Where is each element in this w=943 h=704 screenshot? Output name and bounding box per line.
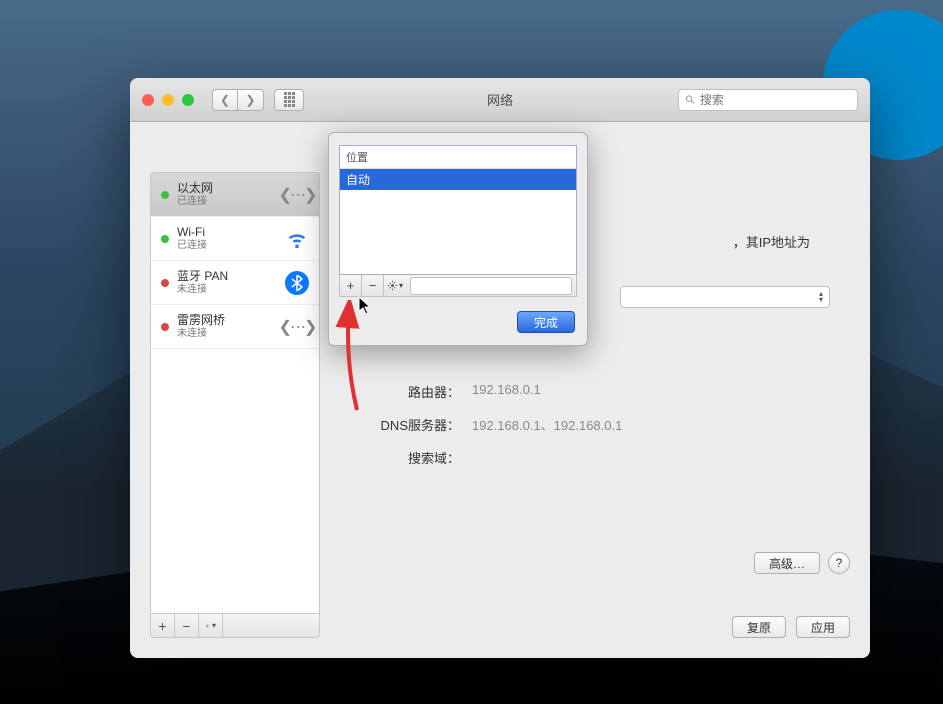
- back-button[interactable]: ❮: [212, 89, 238, 111]
- config-dropdown-wrapper: ▴▾: [620, 286, 830, 308]
- status-suffix: ，其IP地址为: [733, 235, 810, 250]
- service-item-thunderbolt-bridge[interactable]: 雷雳网桥 未连接 ❮⋯❯: [151, 305, 319, 349]
- service-text: 蓝牙 PAN 未连接: [177, 269, 277, 295]
- search-domain-label: 搜索域：: [340, 448, 460, 467]
- router-value: 192.168.0.1: [472, 382, 541, 401]
- close-button[interactable]: [142, 94, 154, 106]
- advanced-button[interactable]: 高级…: [754, 552, 820, 574]
- service-list: 以太网 已连接 ❮⋯❯ Wi-Fi 已连接: [150, 172, 320, 614]
- location-popover: 位置 自动 + − ▾ 完成: [328, 132, 588, 346]
- status-dot-icon: [161, 323, 169, 331]
- service-name: 蓝牙 PAN: [177, 269, 277, 283]
- sidebar-toolbar: + − ▾: [150, 614, 320, 638]
- done-button[interactable]: 完成: [517, 311, 575, 333]
- minimize-button[interactable]: [162, 94, 174, 106]
- service-name: Wi-Fi: [177, 225, 277, 239]
- service-name: 以太网: [177, 181, 277, 195]
- search-input[interactable]: [700, 93, 851, 107]
- dns-label: DNS服务器：: [340, 415, 460, 434]
- service-status: 已连接: [177, 240, 277, 252]
- revert-button[interactable]: 复原: [732, 616, 786, 638]
- traffic-lights: [142, 94, 194, 106]
- grid-icon: [284, 92, 295, 107]
- thunderbolt-bridge-icon: ❮⋯❯: [285, 315, 309, 339]
- location-name-field[interactable]: [410, 277, 572, 295]
- search-domain-row: 搜索域：: [340, 448, 850, 467]
- service-status: 未连接: [177, 328, 277, 340]
- service-name: 雷雳网桥: [177, 313, 277, 327]
- chevron-updown-icon: ▴▾: [819, 291, 823, 303]
- service-item-ethernet[interactable]: 以太网 已连接 ❮⋯❯: [151, 173, 319, 217]
- services-sidebar: 以太网 已连接 ❮⋯❯ Wi-Fi 已连接: [150, 172, 320, 638]
- remove-service-button[interactable]: −: [175, 614, 199, 637]
- location-item-auto[interactable]: 自动: [340, 169, 576, 190]
- service-text: 雷雳网桥 未连接: [177, 313, 277, 339]
- window-action-buttons: 复原 应用: [732, 616, 850, 638]
- service-actions-menu[interactable]: ▾: [199, 614, 223, 637]
- status-dot-icon: [161, 279, 169, 287]
- gear-icon: [387, 280, 398, 291]
- search-field[interactable]: [678, 89, 858, 111]
- location-toolbar: + − ▾: [339, 275, 577, 297]
- dns-value: 192.168.0.1、192.168.0.1: [472, 415, 622, 434]
- bluetooth-icon: [285, 271, 309, 295]
- status-dot-icon: [161, 235, 169, 243]
- wifi-icon: [285, 227, 309, 251]
- location-list-header: 位置: [340, 146, 576, 169]
- router-label: 路由器：: [340, 382, 460, 401]
- help-button[interactable]: ?: [828, 552, 850, 574]
- add-service-button[interactable]: +: [151, 614, 175, 637]
- remove-location-button[interactable]: −: [362, 275, 384, 296]
- search-icon: [685, 94, 696, 106]
- service-text: Wi-Fi 已连接: [177, 225, 277, 251]
- add-location-button[interactable]: +: [340, 275, 362, 296]
- zoom-button[interactable]: [182, 94, 194, 106]
- service-item-wifi[interactable]: Wi-Fi 已连接: [151, 217, 319, 261]
- show-all-button[interactable]: [274, 89, 304, 111]
- location-actions-menu[interactable]: ▾: [384, 275, 406, 296]
- service-status: 未连接: [177, 284, 277, 296]
- nav-buttons: ❮ ❯: [212, 89, 264, 111]
- dns-row: DNS服务器： 192.168.0.1、192.168.0.1: [340, 415, 850, 434]
- ethernet-icon: ❮⋯❯: [285, 183, 309, 207]
- window-title: 网络: [487, 90, 513, 109]
- advanced-row: 高级… ?: [754, 552, 850, 574]
- gear-icon: [205, 620, 210, 632]
- status-dot-icon: [161, 191, 169, 199]
- location-list: 位置 自动: [339, 145, 577, 275]
- router-row: 路由器： 192.168.0.1: [340, 382, 850, 401]
- status-line: 状态 ，其IP地址为: [733, 232, 810, 251]
- service-text: 以太网 已连接: [177, 181, 277, 207]
- titlebar: ❮ ❯ 网络: [130, 78, 870, 122]
- service-status: 已连接: [177, 196, 277, 208]
- apply-button[interactable]: 应用: [796, 616, 850, 638]
- configure-ipv4-dropdown[interactable]: ▴▾: [620, 286, 830, 308]
- service-item-bluetooth-pan[interactable]: 蓝牙 PAN 未连接: [151, 261, 319, 305]
- forward-button[interactable]: ❯: [238, 89, 264, 111]
